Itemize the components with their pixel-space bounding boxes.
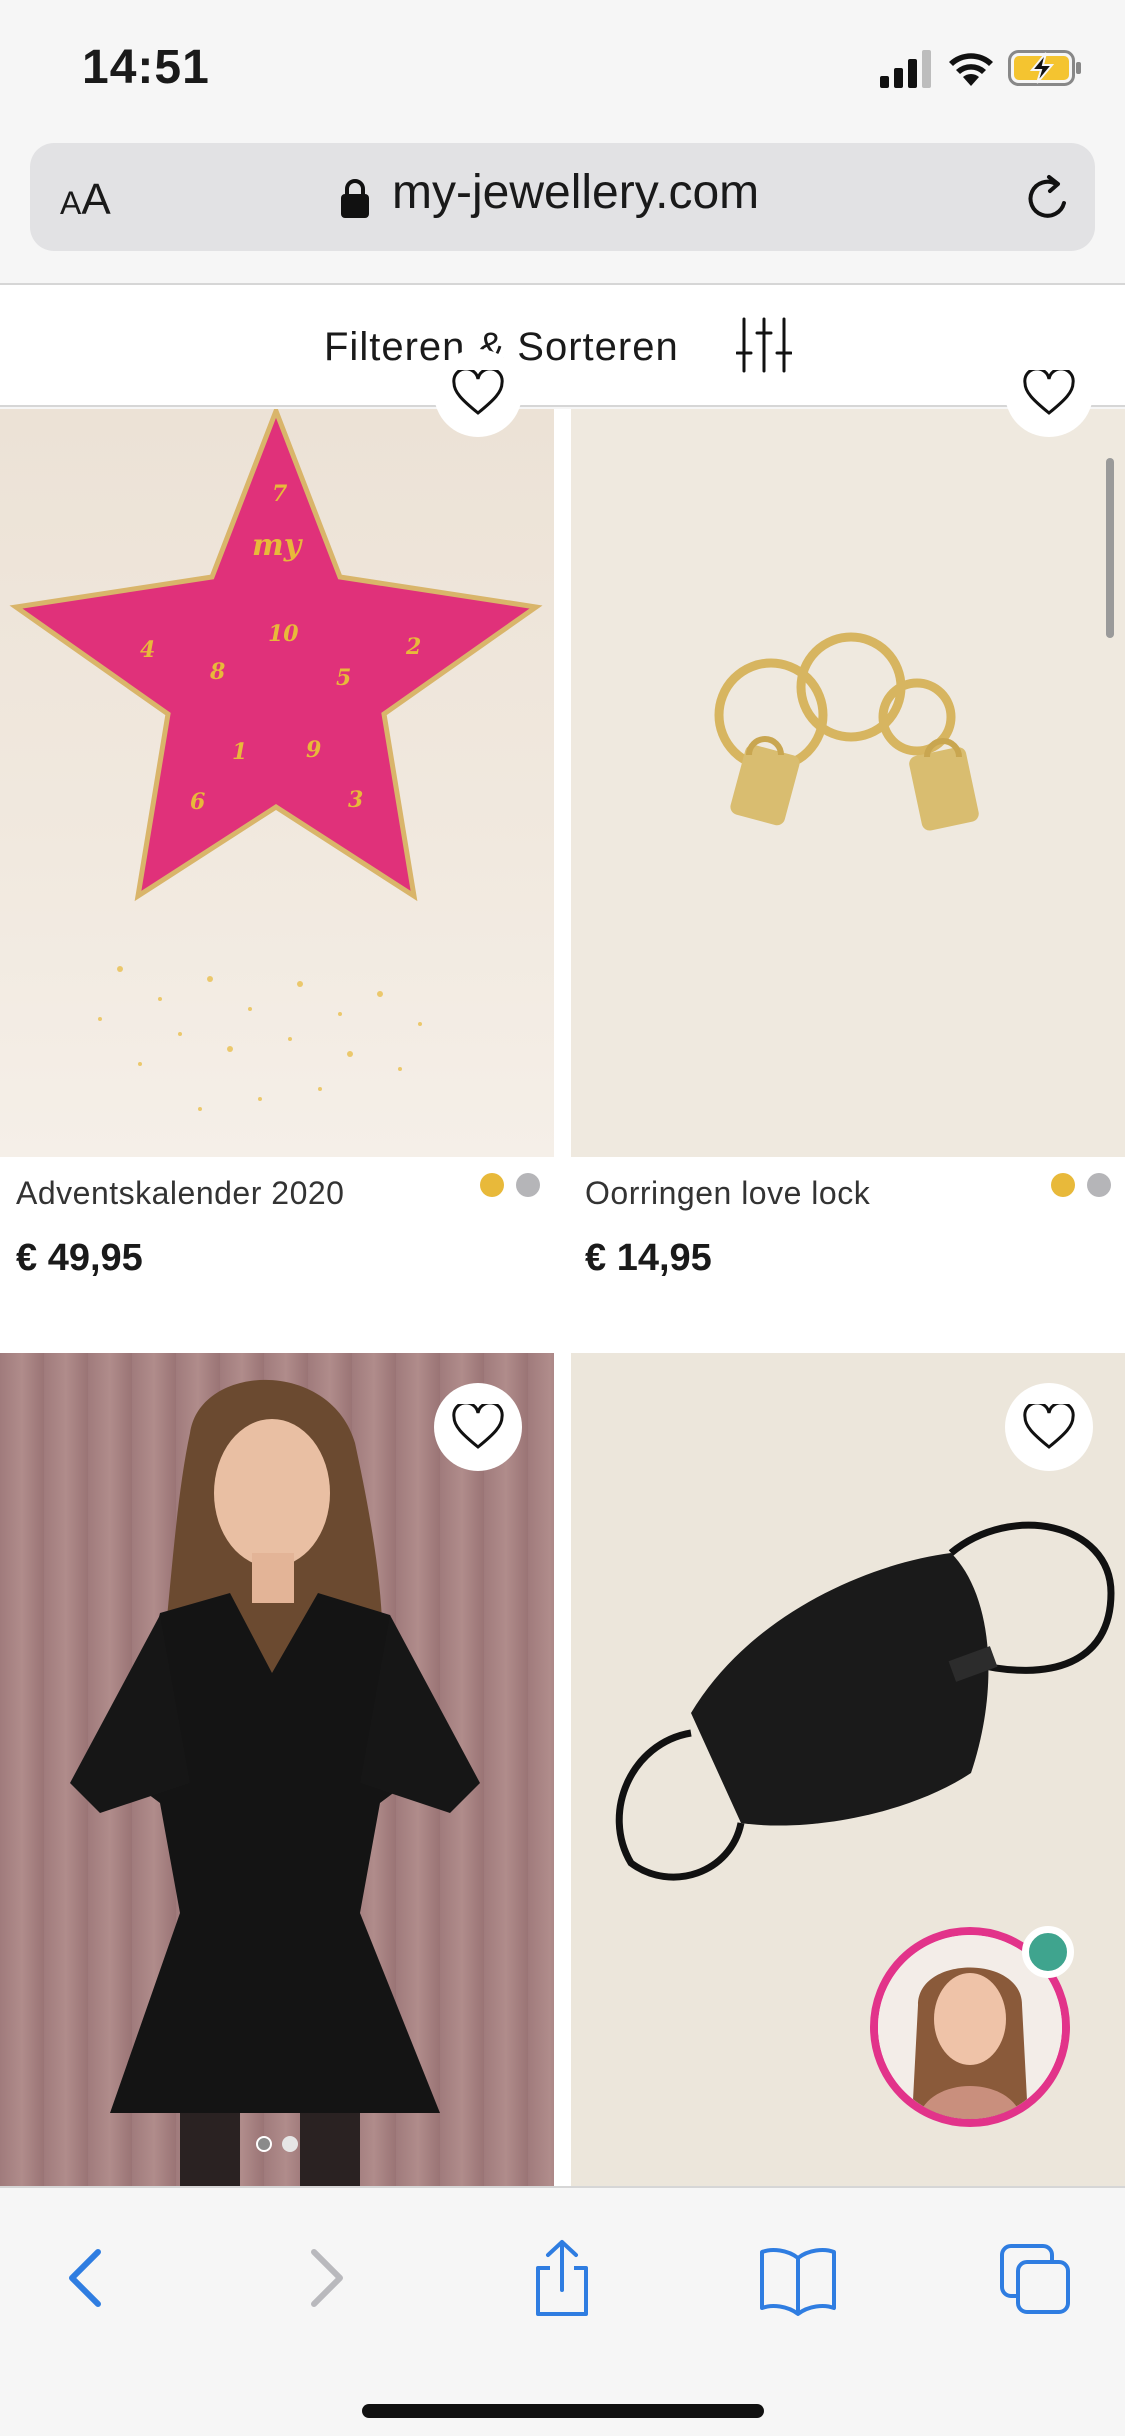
product-name[interactable]: Oorringen love lock [585, 1175, 870, 1212]
heart-icon [1023, 1404, 1075, 1449]
row-spacer [0, 1289, 1125, 1353]
calendar-number: 9 [306, 737, 321, 763]
filter-sort-button[interactable]: Filteren & Sorteren [0, 283, 1125, 407]
star-calendar-image: 7 10 4 8 2 5 1 9 6 3 my [9, 409, 543, 1111]
status-bar: 14:51 [0, 0, 1125, 140]
online-status-dot [1022, 1926, 1074, 1978]
heart-icon [452, 370, 504, 415]
bookmarks-icon[interactable] [758, 2238, 838, 2318]
calendar-number: 1 [232, 739, 247, 765]
favorite-button[interactable] [1005, 1383, 1093, 1471]
product-image[interactable] [571, 409, 1125, 1157]
product-card[interactable] [0, 1353, 554, 2186]
calendar-number: 2 [405, 634, 421, 660]
clock: 14:51 [82, 41, 210, 94]
heart-icon [452, 1404, 504, 1449]
calendar-number: 7 [272, 481, 288, 507]
calendar-number: 6 [190, 789, 205, 815]
url-text[interactable]: my-jewellery.com [392, 165, 759, 220]
earrings-image [714, 632, 979, 831]
battery-charging-icon [1008, 50, 1081, 86]
tabs-icon[interactable] [996, 2238, 1076, 2318]
browser-toolbar [0, 2186, 1125, 2436]
sliders-icon [736, 317, 792, 373]
reload-icon[interactable] [1022, 173, 1074, 225]
silver-swatch[interactable] [516, 1173, 540, 1197]
carousel-dot-active[interactable] [256, 2136, 272, 2152]
scroll-indicator[interactable] [1106, 458, 1114, 638]
model-dress-image [70, 1379, 480, 2186]
home-indicator[interactable] [362, 2404, 764, 2418]
calendar-number: 5 [336, 665, 351, 691]
image-carousel-dots[interactable] [256, 2136, 308, 2157]
calendar-number: 4 [140, 637, 155, 663]
forward-icon[interactable] [286, 2238, 366, 2318]
product-card[interactable]: 7 10 4 8 2 5 1 9 6 3 my Adventskalender … [0, 349, 554, 1289]
share-icon[interactable] [522, 2238, 602, 2318]
carousel-dot[interactable] [282, 2136, 298, 2152]
calendar-number: 8 [209, 659, 225, 685]
favorite-button[interactable] [434, 349, 522, 437]
back-icon[interactable] [46, 2238, 126, 2318]
gold-swatch[interactable] [1051, 1173, 1075, 1197]
calendar-number: 10 [268, 621, 299, 647]
product-price: € 14,95 [585, 1237, 712, 1279]
product-card[interactable]: Oorringen love lock € 14,95 [571, 349, 1125, 1289]
address-bar[interactable]: AA my-jewellery.com [30, 143, 1095, 251]
calendar-number: 3 [348, 787, 363, 813]
product-name[interactable]: Adventskalender 2020 [16, 1175, 344, 1212]
favorite-button[interactable] [434, 1383, 522, 1471]
text-size-button[interactable]: AA [60, 175, 111, 225]
product-price: € 49,95 [16, 1237, 143, 1279]
wifi-icon [949, 53, 993, 86]
lock-icon [341, 179, 369, 218]
silver-swatch[interactable] [1087, 1173, 1111, 1197]
calendar-brand: my [252, 528, 304, 563]
cellular-signal-icon [880, 50, 931, 88]
favorite-button[interactable] [1005, 349, 1093, 437]
product-image[interactable] [0, 1353, 554, 2186]
heart-icon [1023, 370, 1075, 415]
gold-swatch[interactable] [480, 1173, 504, 1197]
product-image[interactable]: 7 10 4 8 2 5 1 9 6 3 my [0, 409, 554, 1157]
